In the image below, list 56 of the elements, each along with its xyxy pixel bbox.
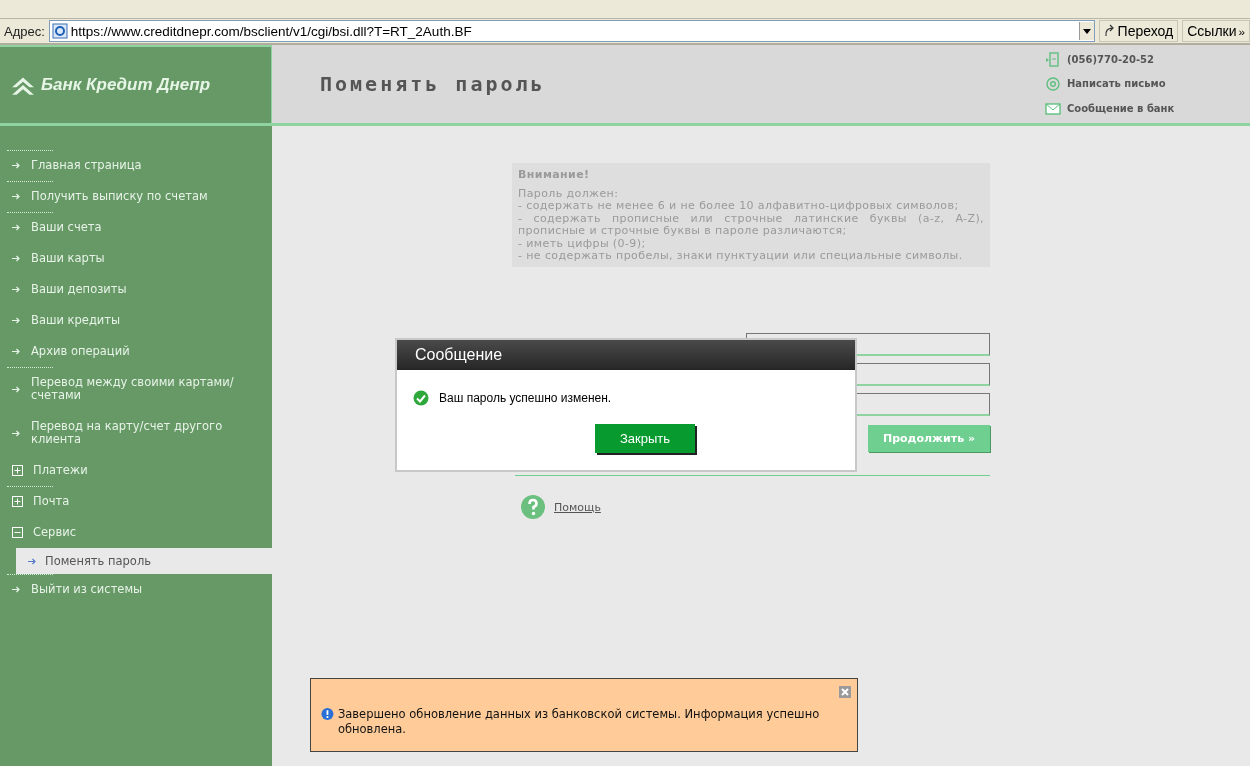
address-field[interactable]: https://www.creditdnepr.com/bsclient/v1/cgi/bsi.dll?T=RT_2Auth.BF bbox=[48, 20, 1095, 42]
arrow-icon bbox=[12, 286, 21, 293]
notification-message: Завершено обновление данных из банковской системы. Информация успешно обновлена. bbox=[337, 707, 821, 737]
arrow-icon bbox=[12, 317, 21, 324]
arrow-icon bbox=[12, 348, 21, 355]
arrow-icon bbox=[12, 255, 21, 262]
page-title: Поменять пароль bbox=[319, 72, 546, 96]
menu-item[interactable]: Главная страница bbox=[0, 150, 272, 181]
menu-item[interactable]: Архив операций bbox=[0, 336, 272, 367]
menu-item[interactable]: Выйти из системы bbox=[0, 574, 272, 605]
rule-text: - содержать не менее 6 и не более 10 алфавитно-цифровых символов; bbox=[518, 200, 960, 213]
expand-icon[interactable] bbox=[12, 496, 23, 507]
arrow-icon bbox=[12, 162, 21, 169]
close-button[interactable]: Закрыть bbox=[595, 424, 695, 453]
envelope-icon bbox=[1045, 100, 1061, 117]
menu-item[interactable]: Платежи bbox=[0, 455, 272, 486]
contact-link[interactable]: Написать письмо bbox=[1067, 78, 1166, 90]
menu-item[interactable]: Ваши счета bbox=[0, 212, 272, 243]
menu-item[interactable]: Почта bbox=[0, 486, 272, 517]
notice-text: Пароль должен: bbox=[518, 187, 620, 200]
help-icon bbox=[520, 494, 546, 520]
phone-icon bbox=[1045, 51, 1061, 68]
menu-item[interactable]: Получить выписку по счетам bbox=[0, 181, 272, 212]
arrow-icon bbox=[28, 557, 37, 565]
info-icon bbox=[321, 707, 334, 721]
arrow-icon bbox=[12, 385, 21, 393]
arrow-icon bbox=[12, 429, 21, 437]
menu-item[interactable]: Ваши депозиты bbox=[0, 274, 272, 305]
arrow-icon bbox=[12, 224, 21, 231]
expand-icon[interactable] bbox=[12, 465, 23, 476]
dialog-message: Ваш пароль успешно изменен. bbox=[439, 391, 612, 405]
bank-logo: Банк Кредит Днепр bbox=[41, 75, 211, 95]
rule-text: - иметь цифры (0-9); bbox=[518, 237, 647, 250]
collapse-icon[interactable] bbox=[12, 527, 23, 538]
menu-item[interactable]: Ваши карты bbox=[0, 243, 272, 274]
contact-link[interactable]: (056)770-20-52 bbox=[1067, 53, 1155, 65]
rule-text: - содержать прописные или строчные латинские буквы (a-z, A-Z), прописные и строчные буквы в пароле различаются; bbox=[518, 212, 984, 238]
menu-item[interactable]: Сервис bbox=[0, 517, 272, 548]
notice-title: Внимание! bbox=[518, 169, 591, 182]
go-button[interactable]: Переход bbox=[1098, 20, 1179, 42]
continue-button[interactable]: Продолжить » bbox=[868, 425, 990, 452]
arrow-icon bbox=[12, 586, 21, 593]
address-label: Адрес: bbox=[4, 23, 45, 39]
check-icon bbox=[413, 390, 429, 406]
menu-item[interactable]: Перевод между своими картами/счетами bbox=[0, 367, 272, 411]
help-link[interactable]: Помощь bbox=[554, 500, 601, 514]
dialog-title: Сообщение bbox=[397, 340, 855, 370]
close-icon[interactable] bbox=[839, 686, 851, 698]
page-icon bbox=[51, 23, 68, 39]
rule-text: - не содержать пробелы, знаки пунктуации или специальные символы. bbox=[518, 250, 964, 263]
submenu-item[interactable]: Поменять пароль bbox=[16, 548, 272, 574]
menu-item[interactable]: Перевод на карту/счет другого клиента bbox=[0, 411, 272, 455]
arrow-icon bbox=[12, 193, 21, 200]
go-arrow-icon bbox=[1103, 24, 1116, 38]
menu-item[interactable]: Ваши кредиты bbox=[0, 305, 272, 336]
contact-link[interactable]: Сообщение в банк bbox=[1067, 103, 1175, 115]
